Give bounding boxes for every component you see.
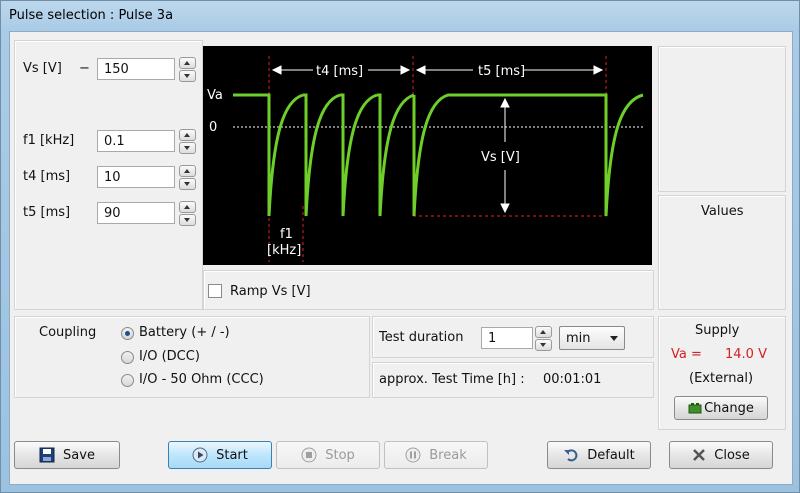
f1-label: f1 [kHz] <box>23 133 75 148</box>
supply-va-value: 14.0 V <box>725 347 767 362</box>
coupling-option-battery[interactable]: Battery (+ / -) <box>139 325 230 340</box>
play-icon <box>192 447 208 463</box>
pulse-selection-window: Pulse selection : Pulse 3a Vs [V] − 150 … <box>0 0 800 493</box>
f1-diagram-label: f1 <box>280 227 293 242</box>
vs-sign: − <box>79 61 90 76</box>
duration-up-icon[interactable] <box>535 326 552 338</box>
t4-down-icon[interactable] <box>179 178 196 190</box>
default-button[interactable]: Default <box>547 441 651 469</box>
vs-spinner[interactable] <box>179 57 196 82</box>
default-label: Default <box>587 447 635 463</box>
undo-icon <box>564 449 578 462</box>
close-button[interactable]: Close <box>669 441 773 469</box>
info-panel <box>658 46 786 192</box>
save-button[interactable]: Save <box>14 441 120 469</box>
coupling-panel: Coupling Battery (+ / -) I/O (DCC) I/O -… <box>14 316 370 398</box>
values-panel: Values <box>658 195 786 310</box>
change-label: Change <box>704 400 754 416</box>
supply-va-label: Va = <box>671 347 702 362</box>
approx-time-value: 00:01:01 <box>543 372 602 387</box>
coupling-label: Coupling <box>39 325 97 340</box>
pulse-waveform-svg: Va 0 t4 [ms] t5 [ms] Vs [V] f1 [kHz] <box>207 56 644 262</box>
dialog-body: Vs [V] − 150 f1 [kHz] 0.1 t4 [ms] 10 t5 … <box>9 31 793 485</box>
test-duration-spinner[interactable] <box>535 326 552 351</box>
f1-unit-label: [kHz] <box>267 243 301 258</box>
battery-icon <box>688 403 702 414</box>
values-title: Values <box>701 204 744 219</box>
approx-time-label: approx. Test Time [h] : <box>379 372 525 387</box>
vs-arrowhead-bottom <box>500 203 510 214</box>
t5-arrowhead-left <box>415 65 426 75</box>
vs-down-icon[interactable] <box>179 70 196 82</box>
t4-arrowhead-right <box>400 65 411 75</box>
t5-input[interactable]: 90 <box>97 202 175 224</box>
vs-arrowhead-top <box>500 97 510 108</box>
t4-label: t4 [ms] <box>23 169 71 184</box>
change-button[interactable]: Change <box>674 396 768 420</box>
t5-label: t5 [ms] <box>478 64 525 79</box>
f1-up-icon[interactable] <box>179 129 196 141</box>
stop-icon <box>301 447 317 463</box>
zero-label: 0 <box>209 120 217 135</box>
supply-panel: Supply Va = 14.0 V (External) Change <box>658 316 786 430</box>
ramp-label: Ramp Vs [V] <box>230 284 311 299</box>
coupling-option-dcc[interactable]: I/O (DCC) <box>139 349 200 364</box>
vs-label: Vs [V] <box>23 61 62 76</box>
test-duration-input[interactable]: 1 <box>481 327 533 349</box>
window-title: Pulse selection : Pulse 3a <box>9 8 174 23</box>
ramp-panel: Ramp Vs [V] <box>203 270 654 310</box>
t5-label: t5 [ms] <box>23 205 71 220</box>
start-button[interactable]: Start <box>168 441 272 469</box>
t5-down-icon[interactable] <box>179 214 196 226</box>
start-label: Start <box>216 447 248 463</box>
vs-input[interactable]: 150 <box>97 58 175 80</box>
chevron-down-icon <box>610 336 618 341</box>
pause-icon <box>405 447 421 463</box>
close-label: Close <box>714 447 750 463</box>
duration-unit-select[interactable]: min <box>559 326 625 350</box>
t4-spinner[interactable] <box>179 165 196 190</box>
ramp-checkbox[interactable] <box>208 284 222 298</box>
coupling-dcc-radio[interactable] <box>121 351 134 364</box>
f1-spinner[interactable] <box>179 129 196 154</box>
coupling-option-ccc[interactable]: I/O - 50 Ohm (CCC) <box>139 372 264 387</box>
t4-up-icon[interactable] <box>179 165 196 177</box>
approx-time-panel: approx. Test Time [h] : 00:01:01 <box>372 362 654 398</box>
parameters-panel: Vs [V] − 150 f1 [kHz] 0.1 t4 [ms] 10 t5 … <box>14 40 203 310</box>
break-button[interactable]: Break <box>384 441 488 469</box>
duration-down-icon[interactable] <box>535 339 552 351</box>
save-label: Save <box>63 447 95 463</box>
stop-button[interactable]: Stop <box>276 441 380 469</box>
stop-label: Stop <box>325 447 355 463</box>
close-icon <box>693 449 706 461</box>
t5-up-icon[interactable] <box>179 201 196 213</box>
t5-arrowhead-right <box>593 65 604 75</box>
supply-source: (External) <box>689 371 754 386</box>
f1-input[interactable]: 0.1 <box>97 130 175 152</box>
va-label: Va <box>207 88 223 103</box>
coupling-battery-radio[interactable] <box>121 327 134 340</box>
pulse-diagram: Va 0 t4 [ms] t5 [ms] Vs [V] f1 [kHz] <box>203 46 652 265</box>
t4-label: t4 [ms] <box>316 64 363 79</box>
title-bar[interactable]: Pulse selection : Pulse 3a <box>1 1 799 31</box>
f1-down-icon[interactable] <box>179 142 196 154</box>
t4-arrowhead-left <box>271 65 282 75</box>
test-duration-panel: Test duration 1 min <box>372 316 654 358</box>
duration-unit-value: min <box>566 331 591 346</box>
t5-spinner[interactable] <box>179 201 196 226</box>
floppy-disk-icon <box>39 447 55 463</box>
supply-title: Supply <box>695 323 740 338</box>
coupling-ccc-radio[interactable] <box>121 374 134 387</box>
t4-input[interactable]: 10 <box>97 166 175 188</box>
vs-up-icon[interactable] <box>179 57 196 69</box>
pulse-waveform <box>233 93 644 217</box>
test-duration-label: Test duration <box>379 330 464 345</box>
break-label: Break <box>429 447 467 463</box>
vs-diagram-label: Vs [V] <box>481 150 520 165</box>
